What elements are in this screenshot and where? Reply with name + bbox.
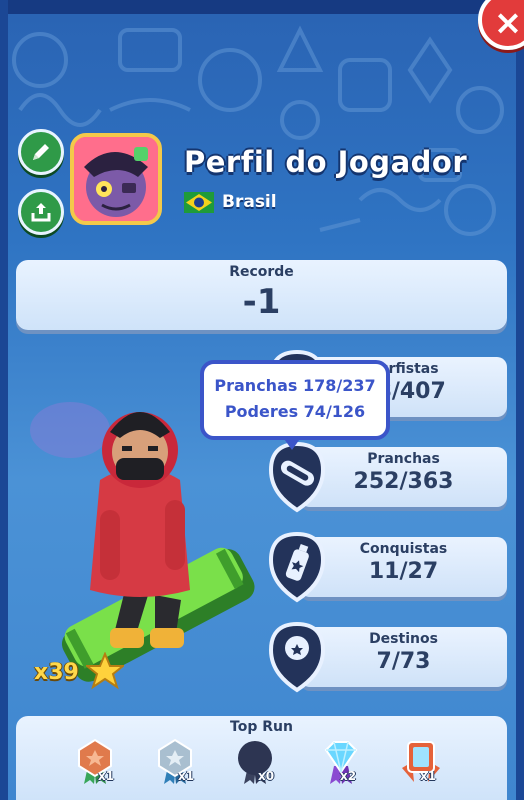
- record-label: Recorde: [229, 264, 294, 280]
- stat-destinos[interactable]: Destinos 7/73: [300, 627, 507, 687]
- edit-profile-button[interactable]: [18, 129, 64, 175]
- frame-left: [0, 0, 8, 800]
- medal-count: x2: [340, 769, 357, 783]
- map-pin-icon: [268, 621, 326, 693]
- player-profile-screen: × Perfil do Jogador Brasil Recorde -1 x3…: [0, 0, 524, 800]
- stat-label: Conquistas: [359, 541, 448, 557]
- tooltip-tail: [282, 436, 302, 450]
- tooltip-line-pranchas: Pranchas 178/237: [214, 376, 376, 395]
- medal-count: x1: [178, 769, 195, 783]
- share-icon: [31, 203, 51, 222]
- page-title: Perfil do Jogador: [184, 145, 468, 179]
- frame-right: [516, 0, 524, 800]
- medal-count: x1: [420, 769, 437, 783]
- pencil-icon: [33, 144, 49, 160]
- stat-value: 7/73: [376, 649, 431, 674]
- stat-value: 11/27: [368, 559, 439, 584]
- brazil-flag-icon: [184, 192, 214, 213]
- frame-top: [0, 0, 524, 14]
- share-profile-button[interactable]: [18, 189, 64, 235]
- close-icon: ×: [493, 3, 523, 43]
- record-value: -1: [242, 282, 281, 322]
- stat-label: Destinos: [369, 631, 438, 647]
- country-label: Brasil: [222, 192, 277, 212]
- avatar-portrait: [74, 137, 158, 221]
- spray-can-icon: [268, 531, 326, 603]
- record-panel: Recorde -1: [16, 260, 507, 330]
- stat-value: 252/363: [353, 469, 454, 494]
- stat-label: Pranchas: [367, 451, 440, 467]
- collection-tooltip: Pranchas 178/237 Poderes 74/126: [200, 360, 390, 440]
- stat-pranchas[interactable]: Pranchas 252/363: [300, 447, 507, 507]
- medal-count: x0: [258, 769, 275, 783]
- player-avatar[interactable]: [70, 133, 162, 225]
- hoverboard-icon: [268, 441, 326, 513]
- tooltip-line-poderes: Poderes 74/126: [224, 402, 366, 421]
- score-multiplier: x39: [34, 660, 79, 685]
- stat-conquistas[interactable]: Conquistas 11/27: [300, 537, 507, 597]
- medal-count: x1: [98, 769, 115, 783]
- top-run-label: Top Run: [230, 719, 293, 735]
- star-icon: [86, 652, 124, 690]
